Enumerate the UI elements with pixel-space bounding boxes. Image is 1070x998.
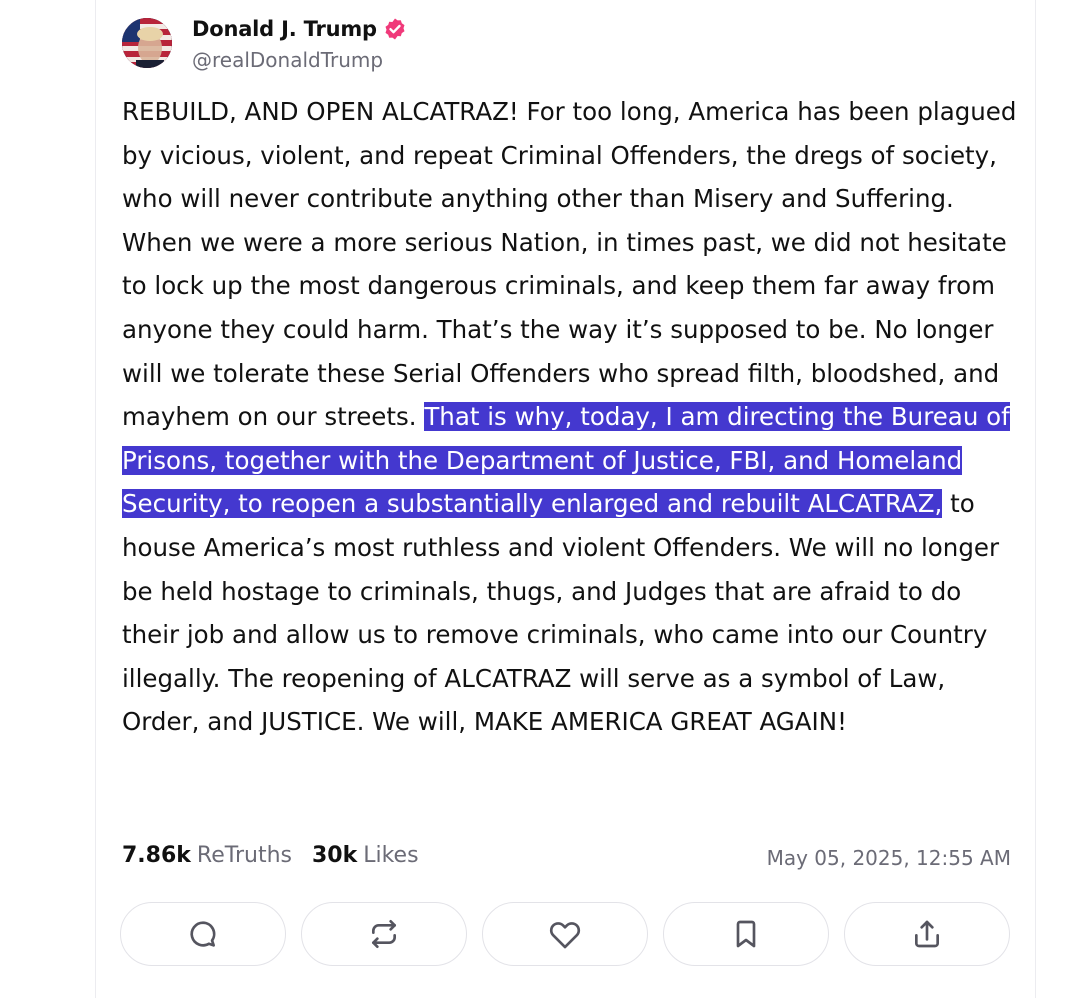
heart-icon [549,922,581,949]
bookmark-button[interactable] [663,902,829,966]
avatar[interactable] [122,18,172,68]
retruth-button[interactable] [301,902,467,966]
likes-count[interactable]: 30k [312,843,357,868]
comment-icon [190,921,216,947]
post-text-after: to house America’s most ruthless and vio… [122,489,1000,737]
post-text-before: REBUILD, AND OPEN ALCATRAZ! For too long… [122,97,1017,432]
retruths-count[interactable]: 7.86k [122,843,191,868]
share-icon [915,920,939,948]
bookmark-icon [736,920,756,948]
like-button[interactable] [482,902,648,966]
retruth-icon [372,920,396,948]
verified-badge-icon [383,17,407,41]
post-timestamp[interactable]: May 05, 2025, 12:55 AM [767,846,1011,870]
reply-button[interactable] [120,902,286,966]
author-name-row: Donald J. Trump [192,15,407,43]
share-button[interactable] [844,902,1010,966]
retruths-label[interactable]: ReTruths [197,843,292,868]
author-handle[interactable]: @realDonaldTrump [192,48,383,72]
post-stats: 7.86k ReTruths 30k Likes [122,843,419,868]
avatar-image [122,18,172,68]
post-card: Donald J. Trump @realDonaldTrump REBUILD… [95,0,1036,998]
likes-label[interactable]: Likes [363,843,418,868]
post-text: REBUILD, AND OPEN ALCATRAZ! For too long… [122,90,1022,744]
author-display-name[interactable]: Donald J. Trump [192,17,377,41]
action-bar [120,902,1010,966]
